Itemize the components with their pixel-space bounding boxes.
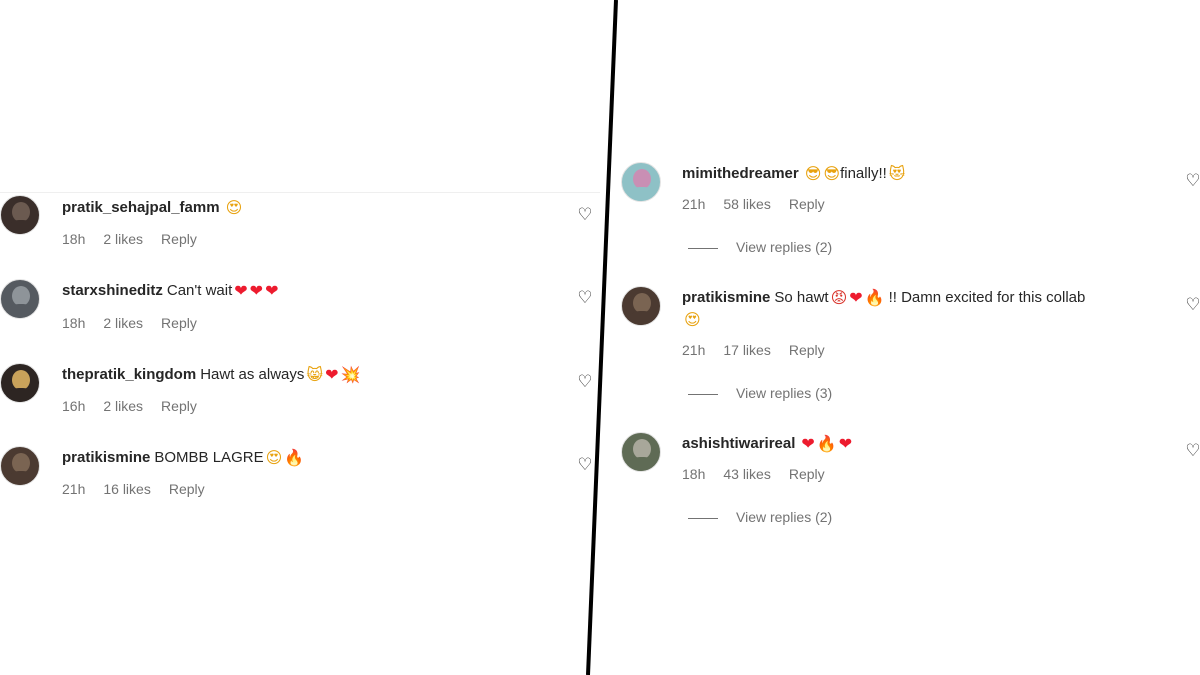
comment-text: !! Damn excited for this collab — [888, 289, 1086, 306]
comment-item: mimithedreamer 😎 😎finally!! 😻 21h 58 likes Re… — [612, 162, 1200, 222]
comment-username[interactable]: starxshineditz — [62, 282, 163, 299]
reply-button[interactable]: Reply — [161, 231, 197, 247]
comment-item: starxshineditz Can't wait ❤ ❤ ❤ 18h 2 likes Re… — [0, 279, 612, 339]
reply-button[interactable]: Reply — [169, 481, 205, 497]
divider — [0, 192, 600, 193]
comment-likes[interactable]: 2 likes — [103, 315, 143, 331]
comment-text: Can't wait — [166, 282, 233, 299]
comment-emoji: 😻 — [887, 164, 906, 183]
emoji-icon: 😍 — [265, 448, 283, 467]
emoji-icon: 😡 — [830, 288, 848, 307]
comment-likes[interactable]: 16 likes — [103, 481, 150, 497]
view-replies-button[interactable]: View replies (3) — [688, 385, 832, 401]
comment-username[interactable]: ashishtiwarireal — [682, 435, 795, 452]
avatar[interactable] — [0, 446, 40, 486]
right-comments-panel: mimithedreamer 😎 😎finally!! 😻 21h 58 likes Re… — [612, 0, 1200, 675]
emoji-icon: 🔥 — [284, 448, 305, 467]
comment-username[interactable]: thepratik_kingdom — [62, 366, 196, 383]
emoji-icon: ❤ — [801, 434, 815, 453]
emoji-icon: ❤ — [265, 281, 279, 300]
reply-button[interactable]: Reply — [789, 466, 825, 482]
comment-time[interactable]: 21h — [682, 342, 705, 358]
heart-outline-icon[interactable]: ♡ — [576, 289, 594, 307]
emoji-icon: ❤ — [234, 281, 248, 300]
comment-emoji: 😍 — [682, 310, 701, 329]
heart-outline-icon[interactable]: ♡ — [576, 206, 594, 224]
left-comments-panel: pratik_sehajpal_famm 😍 18h 2 likes Reply ♡ … — [0, 0, 612, 675]
view-replies-button[interactable]: View replies (2) — [688, 509, 832, 525]
comment-emoji: ❤ 🔥 ❤ — [799, 434, 853, 453]
view-replies-label: View replies (2) — [736, 509, 833, 525]
comment-emoji: ❤ ❤ ❤ — [232, 281, 279, 300]
divider — [688, 517, 718, 519]
emoji-icon: 😻 — [888, 164, 906, 183]
emoji-icon: 🔥 — [816, 434, 837, 453]
reply-button[interactable]: Reply — [161, 315, 197, 331]
avatar[interactable] — [0, 363, 40, 403]
comment-time[interactable]: 18h — [62, 231, 85, 247]
comment-emoji: 😍 🔥 — [264, 448, 305, 467]
comment-item: thepratik_kingdom Hawt as always 😸 ❤ 💥 16h 2 … — [0, 363, 612, 423]
comment-username[interactable]: pratikismine — [682, 289, 770, 306]
heart-outline-icon[interactable]: ♡ — [1184, 296, 1200, 314]
comment-text: So hawt — [774, 289, 829, 306]
divider — [688, 393, 718, 395]
emoji-icon: ❤ — [249, 281, 264, 300]
comment-item: pratik_sehajpal_famm 😍 18h 2 likes Reply ♡ — [0, 195, 612, 255]
comment-time[interactable]: 18h — [682, 466, 705, 482]
heart-outline-icon[interactable]: ♡ — [576, 373, 594, 391]
comment-username[interactable]: pratikismine — [62, 449, 150, 466]
view-replies-button[interactable]: View replies (2) — [688, 239, 832, 255]
comment-item: pratikismine So hawt 😡 ❤ 🔥!! Damn excited fo… — [612, 286, 1200, 366]
comment-likes[interactable]: 43 likes — [723, 466, 770, 482]
avatar[interactable] — [621, 432, 661, 472]
comment-item: pratikismine BOMBB LAGRE 😍 🔥 21h 16 likes Rep… — [0, 446, 612, 506]
emoji-icon: ❤ — [849, 288, 863, 307]
heart-outline-icon[interactable]: ♡ — [576, 456, 594, 474]
comment-emoji: 😸 ❤ 💥 — [304, 365, 361, 384]
comment-emoji: 😍 — [224, 198, 243, 217]
avatar[interactable] — [0, 279, 40, 319]
view-replies-label: View replies (2) — [736, 239, 833, 255]
comment-likes[interactable]: 2 likes — [103, 231, 143, 247]
reply-button[interactable]: Reply — [789, 342, 825, 358]
emoji-icon: ❤ — [325, 365, 339, 384]
comment-emoji: 😡 ❤ 🔥 — [829, 288, 885, 307]
avatar[interactable] — [621, 286, 661, 326]
comment-username[interactable]: mimithedreamer — [682, 165, 799, 182]
comment-likes[interactable]: 17 likes — [723, 342, 770, 358]
emoji-icon: 😍 — [225, 198, 243, 217]
reply-button[interactable]: Reply — [161, 398, 197, 414]
comment-text: finally!! — [840, 165, 887, 182]
emoji-icon: ❤ — [838, 434, 853, 453]
emoji-icon: 💥 — [340, 365, 361, 384]
comment-time[interactable]: 21h — [682, 196, 705, 212]
divider — [688, 247, 718, 249]
view-replies-label: View replies (3) — [736, 385, 833, 401]
emoji-icon: 😎 — [823, 164, 841, 183]
heart-outline-icon[interactable]: ♡ — [1184, 442, 1200, 460]
comment-likes[interactable]: 58 likes — [723, 196, 770, 212]
avatar[interactable] — [0, 195, 40, 235]
emoji-icon: 😸 — [306, 365, 324, 384]
comment-username[interactable]: pratik_sehajpal_famm — [62, 199, 220, 216]
emoji-icon: 😎 — [804, 164, 822, 183]
comment-item: ashishtiwarireal ❤ 🔥 ❤ 18h 43 likes Reply ♡ — [612, 432, 1200, 492]
emoji-icon: 😍 — [684, 310, 701, 329]
comment-text: Hawt as always — [200, 366, 305, 383]
comment-likes[interactable]: 2 likes — [103, 398, 143, 414]
avatar[interactable] — [621, 162, 661, 202]
reply-button[interactable]: Reply — [789, 196, 825, 212]
heart-outline-icon[interactable]: ♡ — [1184, 172, 1200, 190]
emoji-icon: 🔥 — [864, 288, 885, 307]
comment-time[interactable]: 18h — [62, 315, 85, 331]
comment-time[interactable]: 21h — [62, 481, 85, 497]
comment-time[interactable]: 16h — [62, 398, 85, 414]
comment-text: BOMBB LAGRE — [154, 449, 264, 466]
comment-emoji: 😎 😎 — [803, 164, 841, 183]
